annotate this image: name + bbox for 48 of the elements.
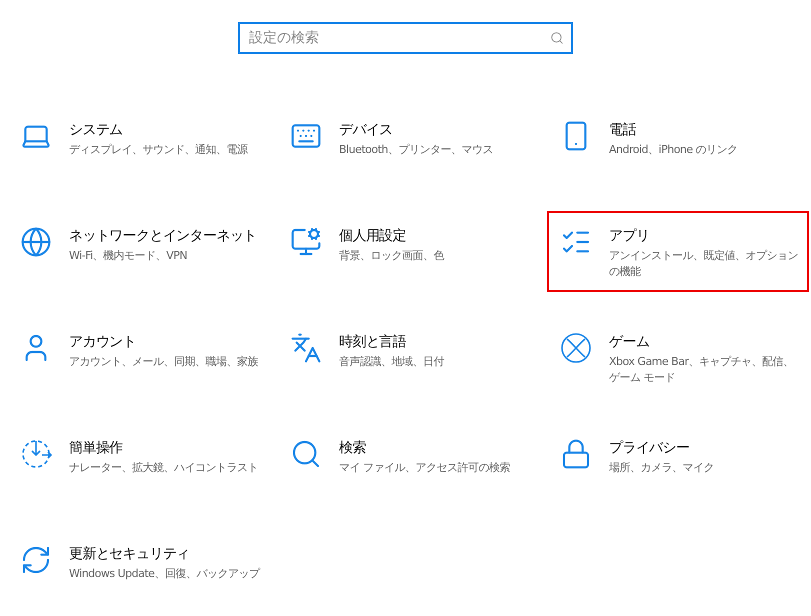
tile-description: Android、iPhone のリンク: [609, 142, 738, 158]
tile-title: 更新とセキュリティ: [69, 545, 191, 563]
tile-title: ゲーム: [609, 333, 650, 351]
tile-description: アンインストール、既定値、オプションの機能: [609, 248, 799, 280]
search-field[interactable]: 設定の検索: [238, 22, 573, 54]
search-icon: [290, 438, 322, 470]
tile-description: ナレーター、拡大鏡、ハイコントラスト: [69, 460, 258, 476]
tile-description: Wi-Fi、機内モード、VPN: [69, 248, 188, 264]
settings-tile[interactable]: 更新とセキュリティ Windows Update、回復、バックアップ: [7, 529, 269, 610]
tile-title: アカウント: [69, 333, 138, 351]
settings-tile[interactable]: 個人用設定 背景、ロック画面、色: [277, 211, 539, 292]
languages-icon: [290, 332, 322, 364]
tile-description: Xbox Game Bar、キャプチャ、配信、ゲーム モード: [609, 354, 794, 386]
monitor-icon: [290, 226, 322, 258]
settings-tile[interactable]: 時刻と言語 音声認識、地域、日付: [277, 317, 539, 398]
lock-icon: [560, 438, 592, 470]
tile-title: デバイス: [339, 121, 394, 139]
tile-title: 検索: [339, 439, 367, 457]
tile-description: Windows Update、回復、バックアップ: [69, 566, 260, 582]
tile-title: 簡単操作: [69, 439, 124, 457]
tile-title: 時刻と言語: [339, 333, 408, 351]
settings-tile[interactable]: アプリ アンインストール、既定値、オプションの機能: [547, 211, 809, 292]
tile-description: 背景、ロック画面、色: [339, 248, 444, 264]
settings-tile[interactable]: 簡単操作 ナレーター、拡大鏡、ハイコントラスト: [7, 423, 269, 504]
tile-description: 場所、カメラ、マイク: [609, 460, 714, 476]
settings-tile[interactable]: デバイス Bluetooth、プリンター、マウス: [277, 105, 539, 186]
settings-tile[interactable]: システム ディスプレイ、サウンド、通知、電源: [7, 105, 269, 186]
tile-title: アプリ: [609, 227, 650, 245]
settings-tile[interactable]: アカウント アカウント、メール、同期、職場、家族: [7, 317, 269, 398]
settings-tile[interactable]: ゲーム Xbox Game Bar、キャプチャ、配信、ゲーム モード: [547, 317, 809, 398]
tile-description: 音声認識、地域、日付: [339, 354, 444, 370]
search-icon: [550, 31, 564, 45]
tile-description: ディスプレイ、サウンド、通知、電源: [69, 142, 248, 158]
tile-description: アカウント、メール、同期、職場、家族: [69, 354, 258, 370]
tile-title: 電話: [609, 121, 637, 139]
settings-tile[interactable]: 電話 Android、iPhone のリンク: [547, 105, 809, 186]
tile-description: マイ ファイル、アクセス許可の検索: [339, 460, 510, 476]
tile-title: プライバシー: [609, 439, 690, 457]
x-circle-icon: [560, 332, 592, 364]
settings-tile[interactable]: プライバシー 場所、カメラ、マイク: [547, 423, 809, 504]
tile-description: Bluetooth、プリンター、マウス: [339, 142, 493, 158]
settings-tile[interactable]: ネットワークとインターネット Wi-Fi、機内モード、VPN: [7, 211, 269, 292]
tile-title: ネットワークとインターネット: [69, 227, 257, 245]
refresh-icon: [20, 544, 52, 576]
globe-icon: [20, 226, 52, 258]
tile-title: 個人用設定: [339, 227, 408, 245]
settings-tile[interactable]: 検索 マイ ファイル、アクセス許可の検索: [277, 423, 539, 504]
tile-title: システム: [69, 121, 124, 139]
